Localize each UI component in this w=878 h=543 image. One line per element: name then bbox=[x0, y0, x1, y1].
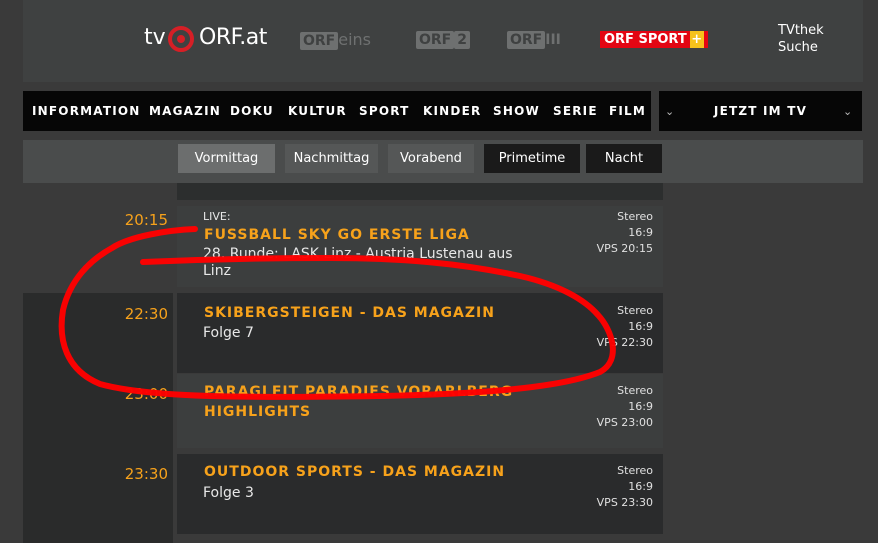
program-subtitle: Folge 3 bbox=[203, 485, 254, 501]
program-time: 23:30 bbox=[124, 465, 168, 483]
vps-time: VPS 23:30 bbox=[596, 496, 653, 509]
nav-item-serie[interactable]: SERIE bbox=[553, 104, 598, 118]
program-time: 20:15 bbox=[124, 211, 168, 229]
header-links: TVthek Suche bbox=[778, 22, 824, 56]
program-meta: Stereo 16:9 VPS 23:30 bbox=[583, 463, 653, 511]
logo-tv-text[interactable]: tv bbox=[144, 25, 166, 50]
aspect-ratio: 16:9 bbox=[628, 226, 653, 239]
program-meta: Stereo 16:9 VPS 22:30 bbox=[583, 303, 653, 351]
time-column-highlight bbox=[23, 293, 173, 543]
vps-time: VPS 20:15 bbox=[596, 242, 653, 255]
program-subtitle-cont: Linz bbox=[203, 263, 231, 279]
program-meta: Stereo 16:9 VPS 23:00 bbox=[583, 383, 653, 431]
program-subtitle: 28. Runde: LASK Linz - Austria Lustenau … bbox=[203, 246, 513, 262]
tab-primetime[interactable]: Primetime bbox=[484, 144, 580, 173]
jetzt-im-tv-dropdown[interactable]: ⌄ JETZT IM TV ⌄ bbox=[659, 91, 862, 131]
tab-vormittag[interactable]: Vormittag bbox=[178, 144, 275, 173]
audio-format: Stereo bbox=[617, 210, 653, 223]
aspect-ratio: 16:9 bbox=[628, 400, 653, 413]
program-title[interactable]: OUTDOOR SPORTS - DAS MAGAZIN bbox=[204, 464, 505, 480]
tab-vorabend[interactable]: Vorabend bbox=[388, 144, 474, 173]
channel-orf2-box: ORF bbox=[416, 31, 455, 49]
channel-orf-eins[interactable]: ORF eins bbox=[300, 30, 372, 50]
audio-format: Stereo bbox=[617, 384, 653, 397]
nav-item-kultur[interactable]: KULTUR bbox=[288, 104, 347, 118]
nav-item-doku[interactable]: DOKU bbox=[230, 104, 274, 118]
nav-item-show[interactable]: SHOW bbox=[493, 104, 540, 118]
channel-orf2-num: 2 bbox=[454, 31, 470, 49]
aspect-ratio: 16:9 bbox=[628, 480, 653, 493]
program-title[interactable]: FUSSBALL SKY GO ERSTE LIGA bbox=[204, 227, 470, 243]
nav-item-magazin[interactable]: MAGAZIN bbox=[149, 104, 221, 118]
live-label: LIVE: bbox=[203, 210, 231, 223]
nav-item-film[interactable]: FILM bbox=[609, 104, 646, 118]
plus-icon: + bbox=[689, 31, 704, 48]
right-column bbox=[663, 183, 863, 543]
nav-item-sport[interactable]: SPORT bbox=[359, 104, 410, 118]
jetzt-im-tv-label: JETZT IM TV bbox=[713, 104, 808, 118]
channel-orf3-box: ORF bbox=[507, 31, 546, 49]
channel-orf3[interactable]: ORF III bbox=[507, 31, 561, 49]
nav-item-kinder[interactable]: KINDER bbox=[423, 104, 481, 118]
logo-orf-at-text[interactable]: ORF.at bbox=[199, 25, 267, 50]
orf-ring-logo-icon[interactable] bbox=[168, 26, 194, 52]
channel-orf-sport-plus[interactable]: ORF SPORT + bbox=[600, 31, 708, 48]
suche-link[interactable]: Suche bbox=[778, 39, 824, 56]
vps-time: VPS 23:00 bbox=[596, 416, 653, 429]
program-row-partial bbox=[177, 183, 663, 200]
program-title[interactable]: SKIBERGSTEIGEN - DAS MAGAZIN bbox=[204, 305, 495, 321]
program-subtitle: Folge 7 bbox=[203, 325, 254, 341]
program-title-cont[interactable]: HIGHLIGHTS bbox=[204, 404, 311, 420]
audio-format: Stereo bbox=[617, 464, 653, 477]
aspect-ratio: 16:9 bbox=[628, 320, 653, 333]
channel-orf3-num: III bbox=[545, 32, 561, 48]
channel-orf-eins-box: ORF bbox=[300, 32, 339, 50]
program-time: 23:00 bbox=[124, 385, 168, 403]
program-meta: Stereo 16:9 VPS 20:15 bbox=[583, 209, 653, 257]
main-nav: INFORMATION MAGAZIN DOKU KULTUR SPORT KI… bbox=[23, 91, 651, 131]
audio-format: Stereo bbox=[617, 304, 653, 317]
tvthek-link[interactable]: TVthek bbox=[778, 22, 824, 39]
channel-orf-eins-rest: eins bbox=[338, 30, 372, 49]
tab-nacht[interactable]: Nacht bbox=[586, 144, 662, 173]
program-time: 22:30 bbox=[124, 305, 168, 323]
vps-time: VPS 22:30 bbox=[596, 336, 653, 349]
channel-orf-sport-prefix: ORF bbox=[604, 32, 634, 47]
channel-orf-sport-name: SPORT bbox=[638, 32, 687, 47]
program-title[interactable]: PARAGLEIT PARADIES VORARLBERG bbox=[204, 384, 513, 400]
channel-orf2[interactable]: ORF 2 bbox=[416, 31, 470, 49]
nav-item-information[interactable]: INFORMATION bbox=[32, 104, 141, 118]
tab-nachmittag[interactable]: Nachmittag bbox=[285, 144, 378, 173]
chevron-down-right-icon: ⌄ bbox=[843, 105, 853, 118]
